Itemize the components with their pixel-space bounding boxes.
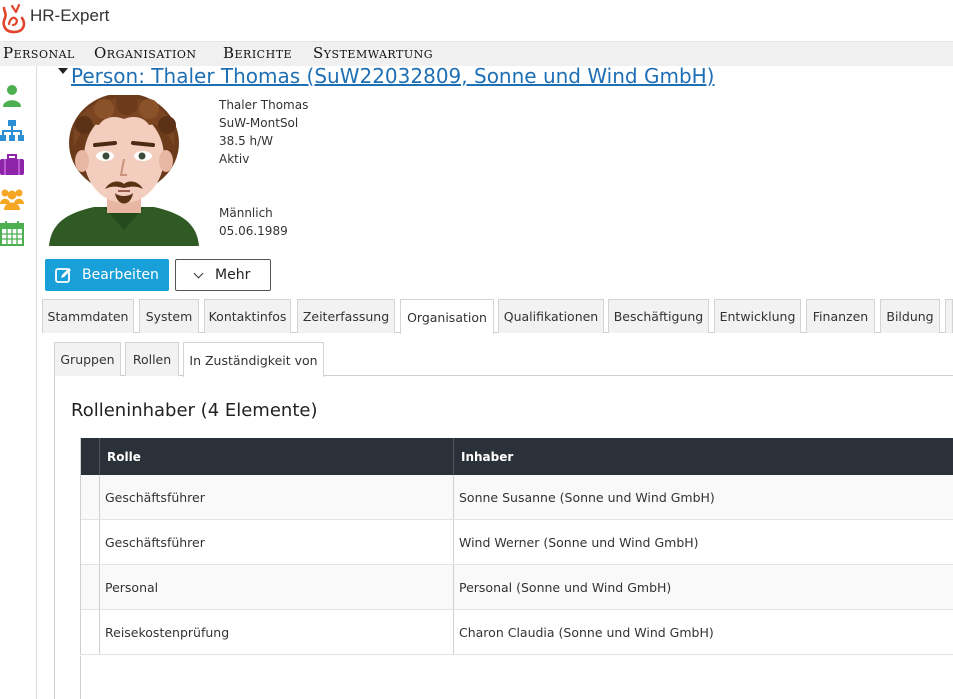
subtab-rollen[interactable]: Rollen	[125, 342, 179, 376]
cell-inhaber: Wind Werner (Sonne und Wind GmbH)	[459, 534, 699, 550]
avatar	[49, 95, 199, 246]
menu-item-organisation[interactable]: Organisation	[94, 44, 196, 62]
cell-inhaber: Sonne Susanne (Sonne und Wind GmbH)	[459, 489, 715, 505]
tab-entwicklung[interactable]: Entwicklung	[714, 299, 801, 333]
more-button[interactable]: Mehr	[175, 259, 271, 291]
page-title[interactable]: Person: Thaler Thomas (SuW22032809, Sonn…	[71, 64, 715, 88]
person-status: Aktiv	[219, 152, 250, 166]
group-icon[interactable]	[0, 186, 26, 212]
cell-rolle: Personal	[100, 565, 454, 609]
subtab-in-zustaendigkeit-von[interactable]: In Zuständigkeit von	[183, 342, 324, 377]
org-chart-icon[interactable]	[0, 118, 26, 144]
person-name: Thaler Thomas	[219, 98, 309, 112]
cell-rolle: Reisekostenprüfung	[100, 610, 454, 654]
tab-stammdaten[interactable]: Stammdaten	[42, 299, 134, 333]
person-unit: SuW-MontSol	[219, 116, 299, 130]
chevron-down-icon	[193, 268, 204, 278]
row-selector[interactable]	[81, 520, 100, 564]
row-selector[interactable]	[81, 475, 100, 519]
tab-system[interactable]: System	[139, 299, 199, 333]
tab-bildung[interactable]: Bildung	[880, 299, 940, 333]
table-footer-border	[80, 656, 81, 699]
person-hours: 38.5 h/W	[219, 134, 274, 148]
cell-rolle: Geschäftsführer	[100, 475, 454, 519]
tab-overflow[interactable]	[945, 299, 953, 333]
tab-finanzen[interactable]: Finanzen	[806, 299, 875, 333]
row-selector[interactable]	[81, 610, 100, 654]
logo-icon	[2, 3, 26, 34]
table-header: Rolle Inhaber	[81, 438, 953, 475]
section-title: Rolleninhaber (4 Elemente)	[71, 400, 318, 421]
subtab-gruppen[interactable]: Gruppen	[54, 342, 121, 376]
cell-inhaber: Personal (Sonne und Wind GmbH)	[459, 579, 672, 595]
table-row[interactable]: Reisekostenprüfung Charon Claudia (Sonne…	[81, 610, 953, 655]
tab-beschaeftigung[interactable]: Beschäftigung	[608, 299, 709, 333]
person-birthdate: 05.06.1989	[219, 224, 288, 238]
app-title: HR-Expert	[30, 6, 110, 25]
person-gender: Männlich	[219, 206, 273, 220]
edit-button-label: Bearbeiten	[82, 267, 159, 283]
edit-button[interactable]: Bearbeiten	[45, 259, 169, 291]
menu-item-systemwartung[interactable]: Systemwartung	[313, 44, 433, 62]
collapse-caret-icon[interactable]	[58, 68, 68, 74]
menu-item-personal[interactable]: Personal	[3, 44, 75, 62]
calendar-icon[interactable]	[0, 221, 26, 247]
tab-kontaktinfos[interactable]: Kontaktinfos	[204, 299, 291, 333]
table-row[interactable]: Geschäftsführer Wind Werner (Sonne und W…	[81, 520, 953, 565]
row-selector[interactable]	[81, 565, 100, 609]
column-header-rolle[interactable]: Rolle	[100, 438, 454, 475]
column-header-inhaber[interactable]: Inhaber	[454, 438, 953, 475]
tab-organisation[interactable]: Organisation	[400, 299, 494, 334]
tab-zeiterfassung[interactable]: Zeiterfassung	[297, 299, 395, 333]
role-holders-table: Rolle Inhaber Geschäftsführer Sonne Susa…	[80, 438, 953, 655]
cell-inhaber: Charon Claudia (Sonne und Wind GmbH)	[459, 624, 714, 640]
tab-qualifikationen[interactable]: Qualifikationen	[498, 299, 604, 333]
person-icon[interactable]	[0, 82, 26, 108]
briefcase-icon[interactable]	[0, 152, 26, 178]
more-button-label: Mehr	[215, 267, 251, 283]
table-row[interactable]: Personal Personal (Sonne und Wind GmbH)	[81, 565, 953, 610]
main-tabs: Stammdaten System Kontaktinfos Zeiterfas…	[42, 299, 953, 334]
cell-rolle: Geschäftsführer	[100, 520, 454, 564]
app-header: HR-Expert	[0, 0, 953, 42]
edit-icon	[55, 268, 71, 283]
sub-tabs: Gruppen Rollen In Zuständigkeit von	[54, 342, 953, 377]
menu-item-berichte[interactable]: Berichte	[223, 44, 292, 62]
table-row[interactable]: Geschäftsführer Sonne Susanne (Sonne und…	[81, 475, 953, 520]
main-menu: Personal Organisation Berichte Systemwar…	[0, 42, 953, 66]
select-column-header[interactable]	[81, 438, 100, 475]
sidebar	[0, 66, 37, 699]
